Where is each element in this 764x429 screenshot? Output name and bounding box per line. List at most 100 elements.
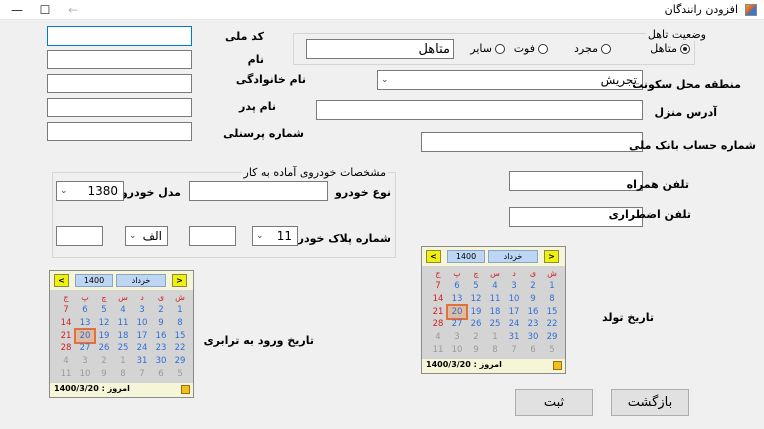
save-button[interactable]: ثبت — [515, 389, 593, 416]
birth-prev-month-button[interactable]: < — [426, 250, 441, 263]
entry-calendar-day[interactable]: 11 — [57, 368, 75, 380]
radio-other[interactable]: سایر — [470, 42, 505, 55]
entry-calendar-day[interactable]: 9 — [95, 368, 113, 380]
plate-part-input[interactable] — [189, 226, 236, 246]
entry-calendar-day[interactable]: 11 — [114, 317, 132, 329]
birth-calendar-day[interactable]: 1 — [486, 331, 504, 343]
entry-calendar-day[interactable]: 2 — [152, 304, 170, 316]
bank-account-input[interactable] — [421, 132, 643, 152]
vehicle-model-dropdown[interactable]: ⌄ 1380 — [56, 181, 124, 201]
entry-calendar-day[interactable]: 3 — [133, 304, 151, 316]
entry-calendar-day[interactable]: 12 — [95, 317, 113, 329]
birth-calendar-day[interactable]: 31 — [505, 331, 523, 343]
birth-calendar-day[interactable]: 2 — [467, 331, 485, 343]
birth-calendar-day[interactable]: 7 — [505, 344, 523, 356]
entry-calendar-year[interactable]: 1400 — [75, 274, 113, 287]
entry-calendar-day[interactable]: 16 — [152, 330, 170, 342]
entry-calendar-day[interactable]: 9 — [152, 317, 170, 329]
entry-calendar-day[interactable]: 5 — [95, 304, 113, 316]
birth-calendar-day[interactable]: 24 — [505, 318, 523, 330]
father-name-input[interactable] — [47, 98, 192, 117]
birth-calendar-day[interactable]: 19 — [467, 306, 485, 318]
entry-calendar-day[interactable]: 13 — [76, 317, 94, 329]
birth-next-month-button[interactable]: > — [544, 250, 559, 263]
birth-calendar-day[interactable]: 21 — [429, 306, 447, 318]
region-dropdown[interactable]: ⌄ تجریش — [377, 70, 643, 90]
birth-calendar-day[interactable]: 17 — [505, 306, 523, 318]
entry-calendar-day[interactable]: 18 — [114, 330, 132, 342]
entry-calendar-day[interactable]: 25 — [114, 342, 132, 354]
radio-deceased[interactable]: فوت — [514, 42, 548, 55]
entry-calendar-day[interactable]: 29 — [171, 355, 189, 367]
birth-calendar-day[interactable]: 9 — [467, 344, 485, 356]
entry-calendar-day[interactable]: 1 — [171, 304, 189, 316]
plate-region-input[interactable] — [56, 226, 103, 246]
entry-calendar-day[interactable]: 15 — [171, 330, 189, 342]
birth-calendar-day[interactable]: 29 — [543, 331, 561, 343]
birth-calendar-day[interactable]: 11 — [486, 293, 504, 305]
birth-calendar-day[interactable]: 22 — [543, 318, 561, 330]
birth-today-label[interactable]: امروز : 1400/3/20 — [426, 360, 502, 369]
radio-other-dot[interactable] — [495, 43, 505, 54]
entry-calendar-day[interactable]: 8 — [114, 368, 132, 380]
birth-calendar-year[interactable]: 1400 — [447, 250, 485, 263]
entry-prev-month-button[interactable]: < — [54, 274, 69, 287]
birth-calendar-day[interactable]: 8 — [486, 344, 504, 356]
minimize-icon[interactable]: — — [8, 2, 26, 18]
entry-calendar-day[interactable]: 14 — [57, 317, 75, 329]
birth-calendar-day[interactable]: 8 — [543, 293, 561, 305]
birth-calendar-day[interactable]: 14 — [429, 293, 447, 305]
entry-calendar-day[interactable]: 7 — [57, 304, 75, 316]
entry-today-label[interactable]: امروز : 1400/3/20 — [54, 384, 130, 393]
personnel-number-input[interactable] — [47, 122, 192, 141]
birth-calendar-day[interactable]: 3 — [505, 280, 523, 292]
address-input[interactable] — [316, 100, 643, 120]
entry-date-calendar[interactable]: <1400 خرداد > ش ی د س چ پ ج 1 2 3 4 5 6 7 8 9 10 11 12 13 14 15 1… — [49, 270, 194, 398]
entry-calendar-day[interactable]: 19 — [95, 330, 113, 342]
entry-calendar-day[interactable]: 30 — [152, 355, 170, 367]
birth-calendar-day[interactable]: 20 — [446, 303, 468, 320]
radio-married[interactable]: متاهل — [650, 42, 690, 55]
entry-calendar-day[interactable]: 21 — [57, 330, 75, 342]
back-button[interactable]: بازگشت — [611, 389, 689, 416]
radio-single-dot[interactable] — [601, 43, 611, 54]
birth-calendar-day[interactable]: 16 — [524, 306, 542, 318]
birth-today-icon[interactable] — [553, 361, 562, 370]
entry-next-month-button[interactable]: > — [172, 274, 187, 287]
entry-calendar-day[interactable]: 27 — [76, 342, 94, 354]
birth-calendar-day[interactable]: 9 — [524, 293, 542, 305]
entry-calendar-day[interactable]: 10 — [133, 317, 151, 329]
birth-calendar-day[interactable]: 5 — [543, 344, 561, 356]
entry-calendar-day[interactable]: 28 — [57, 342, 75, 354]
birth-calendar-day[interactable]: 23 — [524, 318, 542, 330]
birth-calendar-day[interactable]: 27 — [448, 318, 466, 330]
radio-married-dot[interactable] — [680, 43, 690, 54]
marital-text-input[interactable] — [306, 39, 454, 59]
entry-calendar-day[interactable]: 4 — [114, 304, 132, 316]
entry-calendar-day[interactable]: 6 — [76, 304, 94, 316]
plate-letter-dropdown[interactable]: ⌄ الف — [125, 226, 168, 246]
radio-deceased-dot[interactable] — [538, 43, 548, 54]
birth-calendar-day[interactable]: 6 — [524, 344, 542, 356]
entry-calendar-month[interactable]: خرداد — [116, 274, 166, 287]
vehicle-type-input[interactable] — [189, 181, 328, 201]
birth-calendar-day[interactable]: 28 — [429, 318, 447, 330]
entry-calendar-day[interactable]: 23 — [152, 342, 170, 354]
birth-calendar-day[interactable]: 6 — [448, 280, 466, 292]
birth-calendar-day[interactable]: 26 — [467, 318, 485, 330]
birth-calendar-day[interactable]: 3 — [448, 331, 466, 343]
entry-calendar-day[interactable]: 2 — [95, 355, 113, 367]
birth-calendar-day[interactable]: 18 — [486, 306, 504, 318]
birth-calendar-day[interactable]: 5 — [467, 280, 485, 292]
code-melli-input[interactable] — [47, 26, 192, 46]
plate-number-dropdown[interactable]: ⌄ 11 — [252, 226, 298, 246]
birth-date-calendar[interactable]: <1400 خرداد > ش ی د س چ پ ج 1 2 3 4 5 6 7 8 9 10 11 12 13 14 15 1… — [421, 246, 566, 374]
entry-calendar-day[interactable]: 1 — [114, 355, 132, 367]
entry-calendar-day[interactable]: 24 — [133, 342, 151, 354]
birth-calendar-day[interactable]: 1 — [543, 280, 561, 292]
name-input[interactable] — [47, 50, 192, 69]
birth-calendar-day[interactable]: 25 — [486, 318, 504, 330]
entry-calendar-day[interactable]: 4 — [57, 355, 75, 367]
entry-calendar-day[interactable]: 8 — [171, 317, 189, 329]
maximize-icon[interactable]: ☐ — [36, 2, 54, 18]
